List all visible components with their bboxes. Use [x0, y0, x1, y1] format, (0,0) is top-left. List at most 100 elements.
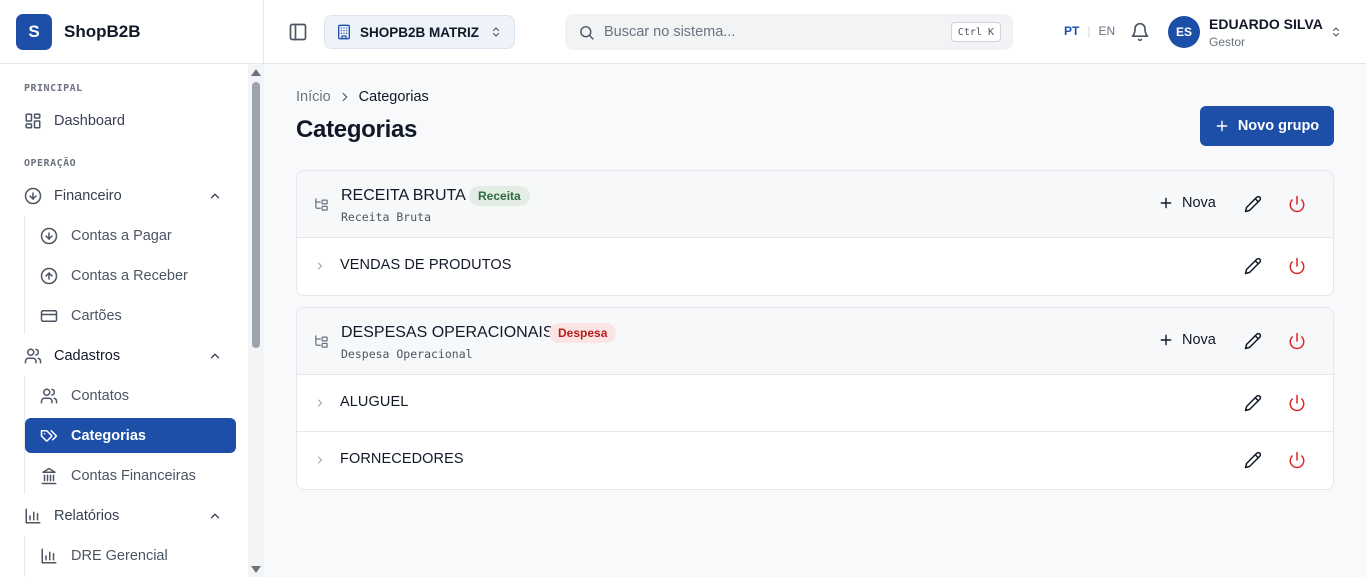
- sidebar-item-label: Contas Financeiras: [71, 467, 196, 484]
- search-icon: [580, 25, 594, 40]
- user-name[interactable]: EDUARDO SILVA: [1209, 16, 1323, 32]
- page-title: Categorias: [296, 116, 418, 143]
- sidebar-group-relatorios[interactable]: Relatórios: [24, 500, 234, 532]
- scroll-thumb[interactable]: [252, 82, 260, 348]
- pencil-icon[interactable]: [1244, 195, 1262, 213]
- users-icon: [40, 388, 58, 403]
- new-category-button[interactable]: Nova: [1159, 195, 1216, 211]
- chevron-up-icon[interactable]: [208, 349, 222, 363]
- group-header: RECEITA BRUTA Receita Receita Bruta Nova: [297, 171, 1333, 238]
- scroll-up-arrow[interactable]: [251, 69, 261, 76]
- group-title: RECEITA BRUTA: [341, 187, 466, 204]
- sidebar-item-label: Categorias: [71, 427, 146, 444]
- sidebar-item-label: Contatos: [71, 387, 130, 404]
- new-group-button[interactable]: Novo grupo: [1200, 106, 1334, 146]
- folder-tree-icon: [315, 198, 328, 211]
- sidebar-item-label: Relatórios: [54, 508, 120, 524]
- chevron-right-icon: [342, 92, 348, 102]
- new-category-label: Nova: [1182, 332, 1216, 348]
- category-group-card: RECEITA BRUTA Receita Receita Bruta Nova…: [296, 170, 1334, 296]
- breadcrumb-home[interactable]: Início: [296, 89, 331, 105]
- bell-icon[interactable]: [1130, 22, 1150, 42]
- sidebar-item-dashboard[interactable]: Dashboard: [24, 105, 234, 137]
- sidebar-item-cartoes[interactable]: Cartões: [25, 298, 236, 333]
- plus-icon: [1160, 197, 1172, 209]
- sidebar-item-label: Cartões: [71, 307, 122, 324]
- plus-icon: [1160, 334, 1172, 346]
- sidebar-toggle-icon[interactable]: [288, 22, 308, 42]
- credit-card-icon: [40, 309, 58, 322]
- dashboard-icon: [25, 113, 41, 129]
- pencil-icon[interactable]: [1244, 451, 1262, 469]
- sidebar-item-contas-financeiras[interactable]: Contas Financeiras: [25, 458, 236, 493]
- sidebar-scrollbar[interactable]: [248, 64, 264, 577]
- search-shortcut: Ctrl K: [950, 22, 1001, 42]
- bar-chart-icon: [41, 548, 57, 563]
- power-icon[interactable]: [1288, 451, 1306, 469]
- sidebar-item-label: Contas a Pagar: [71, 227, 172, 244]
- brand[interactable]: S ShopB2B: [0, 0, 263, 64]
- breadcrumb-current: Categorias: [358, 89, 429, 105]
- lang-pt[interactable]: PT: [1064, 24, 1079, 38]
- chevron-right-icon[interactable]: [314, 397, 326, 409]
- plus-icon: [1216, 120, 1228, 132]
- users-icon: [24, 348, 42, 364]
- group-code: Despesa Operacional: [341, 347, 473, 361]
- chevrons-up-down-icon: [492, 27, 500, 37]
- category-group-card: DESPESAS OPERACIONAIS Despesa Despesa Op…: [296, 307, 1334, 490]
- bank-icon: [41, 467, 57, 484]
- sidebar-item-label: Cadastros: [54, 348, 121, 364]
- chevrons-up-down-icon[interactable]: [1330, 25, 1342, 39]
- group-code: Receita Bruta: [341, 210, 432, 224]
- type-badge: Receita: [469, 186, 530, 206]
- chevron-up-icon[interactable]: [208, 189, 222, 203]
- group-header: DESPESAS OPERACIONAIS Despesa Despesa Op…: [297, 308, 1333, 375]
- new-category-button[interactable]: Nova: [1159, 332, 1216, 348]
- lang-en[interactable]: EN: [1098, 24, 1115, 38]
- brand-logo: S: [16, 13, 52, 50]
- sidebar: S ShopB2B PRINCIPAL Dashboard OPERAÇÃO F…: [0, 0, 264, 577]
- brand-name: ShopB2B: [64, 21, 141, 41]
- type-badge: Despesa: [549, 323, 617, 343]
- sidebar-item-label: Contas a Receber: [71, 267, 188, 284]
- chevron-right-icon[interactable]: [314, 260, 326, 272]
- section-label-operacao: OPERAÇÃO: [24, 158, 77, 169]
- chevron-right-icon[interactable]: [314, 454, 326, 466]
- arrow-up-circle-icon: [40, 267, 58, 284]
- sidebar-group-cadastros[interactable]: Cadastros: [24, 340, 234, 372]
- arrow-down-circle-icon: [24, 187, 42, 205]
- sidebar-item-contatos[interactable]: Contatos: [25, 378, 236, 413]
- bar-chart-icon: [25, 508, 41, 524]
- sidebar-group-financeiro[interactable]: Financeiro: [24, 180, 234, 212]
- pencil-icon[interactable]: [1244, 332, 1262, 350]
- sidebar-item-categorias[interactable]: Categorias: [25, 418, 236, 453]
- sidebar-item-contas-a-receber[interactable]: Contas a Receber: [25, 258, 236, 293]
- power-icon[interactable]: [1288, 195, 1306, 213]
- folder-tree-icon: [315, 335, 328, 348]
- category-row[interactable]: FORNECEDORES: [297, 432, 1333, 489]
- new-group-label: Novo grupo: [1237, 118, 1320, 134]
- pencil-icon[interactable]: [1244, 257, 1262, 275]
- scroll-down-arrow[interactable]: [251, 566, 261, 573]
- section-label-principal: PRINCIPAL: [24, 83, 83, 94]
- category-row[interactable]: VENDAS DE PRODUTOS: [297, 238, 1333, 295]
- arrow-down-circle-icon: [40, 227, 58, 244]
- power-icon[interactable]: [1288, 257, 1306, 275]
- company-selector[interactable]: SHOPB2B MATRIZ: [324, 15, 515, 49]
- sidebar-item-contas-a-pagar[interactable]: Contas a Pagar: [25, 218, 236, 253]
- sidebar-item-label: Financeiro: [54, 188, 122, 204]
- language-switcher: PT | EN: [1064, 24, 1115, 38]
- pencil-icon[interactable]: [1244, 394, 1262, 412]
- new-category-label: Nova: [1182, 195, 1216, 211]
- sidebar-nav: PRINCIPAL Dashboard OPERAÇÃO Financeiro …: [0, 64, 248, 577]
- power-icon[interactable]: [1288, 332, 1306, 350]
- avatar[interactable]: ES: [1168, 16, 1200, 48]
- category-name: ALUGUEL: [340, 394, 409, 410]
- power-icon[interactable]: [1288, 394, 1306, 412]
- category-row[interactable]: ALUGUEL: [297, 375, 1333, 432]
- search-bar[interactable]: Buscar no sistema... Ctrl K: [565, 14, 1013, 50]
- category-name: FORNECEDORES: [340, 451, 464, 467]
- sidebar-item-dre-gerencial[interactable]: DRE Gerencial: [25, 538, 236, 573]
- search-input[interactable]: Buscar no sistema...: [604, 24, 735, 40]
- chevron-up-icon[interactable]: [208, 509, 222, 523]
